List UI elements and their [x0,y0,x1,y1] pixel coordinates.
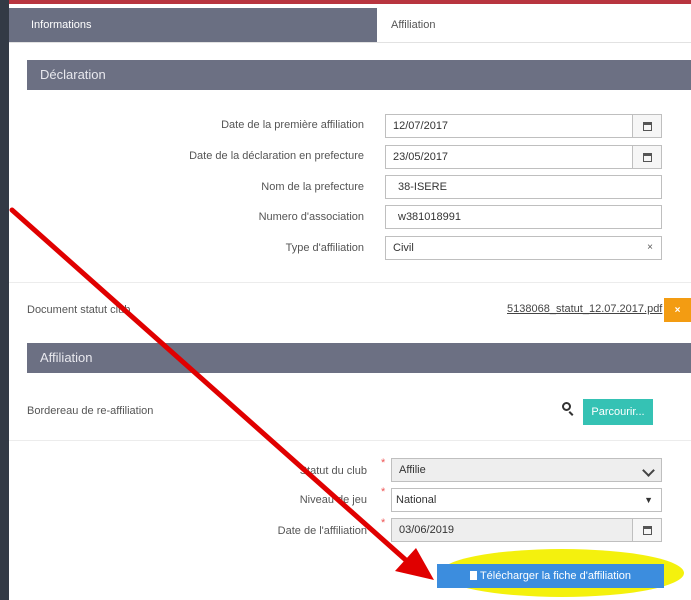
arrow-shaft [9,207,411,565]
annotation-arrow [9,207,434,580]
